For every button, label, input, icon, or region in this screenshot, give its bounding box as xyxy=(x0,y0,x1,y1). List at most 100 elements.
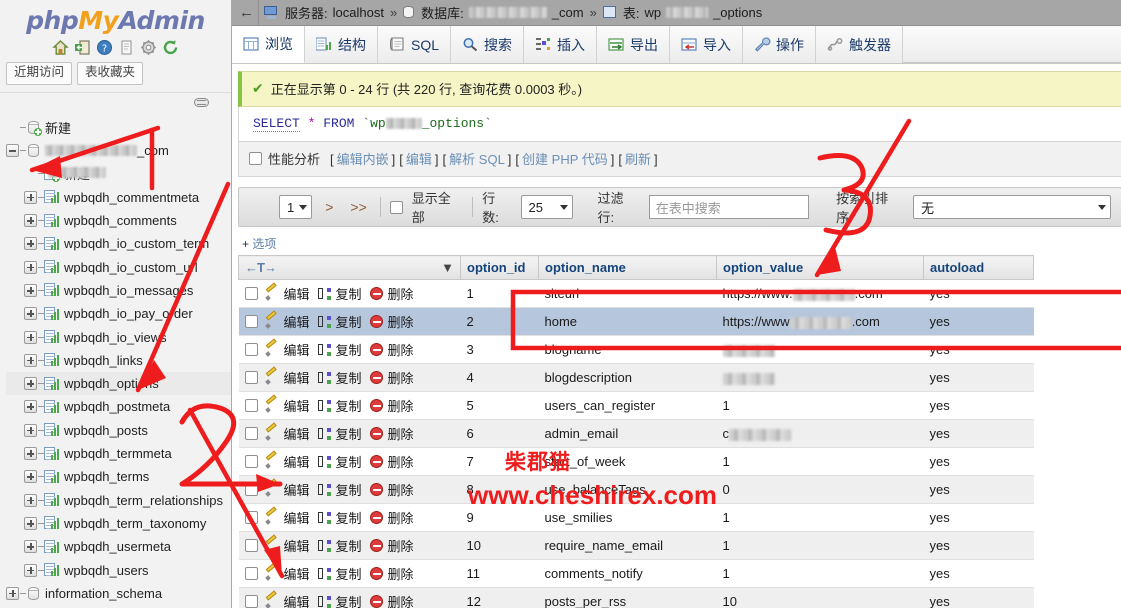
expand-node-icon[interactable] xyxy=(24,353,37,367)
executed-sql-box[interactable]: SELECT * FROM `wp _options` xyxy=(238,107,1121,142)
row-select-checkbox[interactable] xyxy=(244,511,258,524)
favorite-tables-tab[interactable]: 表收藏夹 xyxy=(77,62,144,85)
tab-操作[interactable]: 操作 xyxy=(743,26,817,63)
copy-row-action[interactable]: 复制 xyxy=(317,340,362,359)
expand-node-icon[interactable] xyxy=(24,470,37,484)
expand-node-icon[interactable] xyxy=(24,237,37,251)
row-select-checkbox[interactable] xyxy=(244,483,258,496)
edit-row-action[interactable]: 编辑 xyxy=(264,393,310,415)
copy-row-action[interactable]: 复制 xyxy=(317,536,362,555)
delete-row-action[interactable]: 删除 xyxy=(369,396,414,415)
tree-item-wpbqdh_io_messages[interactable]: wpbqdh_io_messages xyxy=(6,279,231,302)
table-row[interactable]: 编辑 复制 删除 4 blogdescription yes xyxy=(238,363,1034,392)
edit-row-action[interactable]: 编辑 xyxy=(264,421,310,443)
query-action-link-刷新[interactable]: 刷新 xyxy=(625,152,651,167)
tab-结构[interactable]: 结构 xyxy=(305,26,378,63)
tree-item-新建[interactable]: 新建 xyxy=(6,162,231,185)
back-arrow-icon[interactable]: ← xyxy=(235,0,259,25)
delete-row-action[interactable]: 删除 xyxy=(369,508,414,527)
table-row[interactable]: 编辑 复制 删除 10 require_name_email 1 yes xyxy=(238,531,1034,560)
tree-item-wpbqdh_postmeta[interactable]: wpbqdh_postmeta xyxy=(6,395,231,418)
tree-item-wpbqdh_termmeta[interactable]: wpbqdh_termmeta xyxy=(6,442,231,465)
tab-插入[interactable]: 插入 xyxy=(524,26,598,63)
edit-row-action[interactable]: 编辑 xyxy=(264,533,310,555)
page-number-select[interactable]: 1 xyxy=(279,195,313,219)
column-header-option-name[interactable]: option_name xyxy=(538,255,717,280)
expand-node-icon[interactable] xyxy=(24,540,37,554)
options-toggle[interactable]: + 选项 xyxy=(238,227,1121,255)
expand-node-icon[interactable] xyxy=(24,377,37,391)
table-row[interactable]: 编辑 复制 删除 3 blogname yes xyxy=(238,335,1034,364)
table-row[interactable]: 编辑 复制 删除 12 posts_per_rss 10 yes xyxy=(238,587,1034,608)
tree-item-wpbqdh_term_relationships[interactable]: wpbqdh_term_relationships xyxy=(6,489,231,512)
table-row[interactable]: 编辑 复制 删除 2 home https://www .com yes xyxy=(238,307,1034,336)
copy-row-action[interactable]: 复制 xyxy=(317,508,362,527)
expand-node-icon[interactable] xyxy=(24,307,37,321)
collapse-handle-icon[interactable] xyxy=(194,97,209,107)
edit-row-action[interactable]: 编辑 xyxy=(264,309,310,331)
delete-row-action[interactable]: 删除 xyxy=(369,340,414,359)
copy-row-action[interactable]: 复制 xyxy=(317,564,362,583)
tree-item-wpbqdh_usermeta[interactable]: wpbqdh_usermeta xyxy=(6,535,231,558)
show-all-checkbox[interactable] xyxy=(389,200,403,214)
column-header-option-id[interactable]: option_id xyxy=(460,255,539,280)
logout-icon[interactable] xyxy=(74,39,91,56)
expand-node-icon[interactable] xyxy=(24,563,37,577)
edit-row-action[interactable]: 编辑 xyxy=(264,337,310,359)
table-row[interactable]: 编辑 复制 删除 6 admin_email c yes xyxy=(238,419,1034,448)
edit-row-action[interactable]: 编辑 xyxy=(264,477,310,499)
sort-by-index-select[interactable]: 无 xyxy=(913,195,1111,219)
tree-item-wpbqdh_io_custom_url[interactable]: wpbqdh_io_custom_url xyxy=(6,256,231,279)
edit-row-action[interactable]: 编辑 xyxy=(264,365,310,387)
tab-搜索[interactable]: 搜索 xyxy=(451,26,525,63)
expand-node-icon[interactable] xyxy=(6,586,19,600)
tab-浏览[interactable]: 浏览 xyxy=(232,26,305,63)
delete-row-action[interactable]: 删除 xyxy=(369,368,414,387)
copy-row-action[interactable]: 复制 xyxy=(317,368,362,387)
copy-row-action[interactable]: 复制 xyxy=(317,452,362,471)
row-select-checkbox[interactable] xyxy=(244,399,258,412)
copy-row-action[interactable]: 复制 xyxy=(317,480,362,499)
row-select-checkbox[interactable] xyxy=(244,595,258,608)
breadcrumb-server-value[interactable]: localhost xyxy=(333,5,384,20)
query-action-link-解析 SQL[interactable]: 解析 SQL xyxy=(449,152,505,167)
home-icon[interactable] xyxy=(52,39,69,56)
copy-row-action[interactable]: 复制 xyxy=(317,312,362,331)
sort-direction-header[interactable]: ←T→ ▼ xyxy=(238,255,461,280)
copy-row-action[interactable]: 复制 xyxy=(317,592,362,608)
next-page-button[interactable]: > xyxy=(321,199,337,215)
tab-SQL[interactable]: SQL xyxy=(378,26,452,63)
tree-item-wpbqdh_io_views[interactable]: wpbqdh_io_views xyxy=(6,325,231,348)
tree-item-wpbqdh_commentmeta[interactable]: wpbqdh_commentmeta xyxy=(6,186,231,209)
tree-item-redacted-db[interactable]: _com xyxy=(6,139,231,162)
column-header-option-value[interactable]: option_value xyxy=(716,255,924,280)
row-select-checkbox[interactable] xyxy=(244,315,258,328)
tab-导入[interactable]: 导入 xyxy=(670,26,744,63)
row-select-checkbox[interactable] xyxy=(244,287,258,300)
expand-node-icon[interactable] xyxy=(24,447,37,461)
reload-icon[interactable] xyxy=(162,39,179,56)
settings-gear-icon[interactable] xyxy=(140,39,157,56)
table-row[interactable]: 编辑 复制 删除 9 use_smilies 1 yes xyxy=(238,503,1034,532)
delete-row-action[interactable]: 删除 xyxy=(369,452,414,471)
expand-node-icon[interactable] xyxy=(24,330,37,344)
table-row[interactable]: 编辑 复制 删除 1 siteurl https://www. .com yes xyxy=(238,279,1034,308)
expand-node-icon[interactable] xyxy=(24,214,37,228)
tree-item-新建[interactable]: 新建 xyxy=(6,116,231,139)
query-action-link-编辑[interactable]: 编辑 xyxy=(406,152,432,167)
copy-row-action[interactable]: 复制 xyxy=(317,424,362,443)
query-action-link-编辑内嵌[interactable]: 编辑内嵌 xyxy=(337,152,389,167)
tree-item-wpbqdh_posts[interactable]: wpbqdh_posts xyxy=(6,419,231,442)
table-row[interactable]: 编辑 复制 删除 11 comments_notify 1 yes xyxy=(238,559,1034,588)
edit-row-action[interactable]: 编辑 xyxy=(264,281,310,303)
edit-row-action[interactable]: 编辑 xyxy=(264,505,310,527)
help-icon[interactable]: ? xyxy=(96,39,113,56)
column-header-autoload[interactable]: autoload xyxy=(923,255,1034,280)
table-row[interactable]: 编辑 复制 删除 5 users_can_register 1 yes xyxy=(238,391,1034,420)
row-select-checkbox[interactable] xyxy=(244,427,258,440)
edit-row-action[interactable]: 编辑 xyxy=(264,589,310,608)
row-select-checkbox[interactable] xyxy=(244,343,258,356)
tree-item-wpbqdh_comments[interactable]: wpbqdh_comments xyxy=(6,209,231,232)
row-select-checkbox[interactable] xyxy=(244,371,258,384)
breadcrumb-db-value[interactable]: _com xyxy=(552,5,584,20)
